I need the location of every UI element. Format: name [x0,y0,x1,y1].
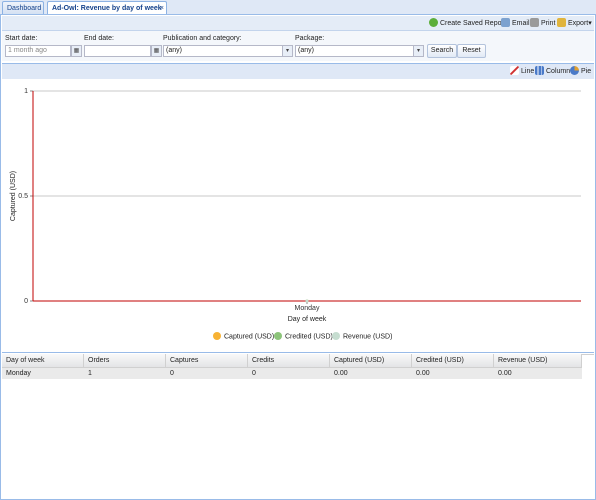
legend-marker [213,332,221,340]
button-label: Column [546,68,571,75]
y-tick-label: 1 [24,88,28,95]
publication-select[interactable]: (any) [163,45,283,57]
x-axis-title: Day of week [288,316,327,323]
legend-label: Credited (USD) [285,334,333,341]
table-cell: 0.00 [334,370,348,377]
table-cell: Monday [6,370,31,377]
tab-label: Dashboard [7,5,42,12]
tab-dashboard[interactable]: Dashboard [2,1,44,14]
end-date-label: End date: [84,35,114,42]
start-date-field[interactable]: 1 month ago [5,45,71,57]
button-label: Line [521,68,535,75]
reset-button[interactable]: Reset [457,44,486,58]
legend-marker [332,332,340,340]
export-icon [557,18,566,27]
y-axis-title: Captured (USD) [10,171,17,221]
data-point [305,299,309,303]
column-header[interactable]: Captures [166,354,248,367]
publication-label: Publication and category: [163,35,242,42]
column-chart-icon [535,66,544,75]
report-toolbar: Create Saved Report Email Print Export▾ [2,16,594,31]
y-tick-label: 0 [24,298,28,305]
button-label: Create Saved Report [440,20,506,27]
legend-marker [274,332,282,340]
email-icon [501,18,510,27]
table-cell: 1 [88,370,92,377]
chevron-down-icon: ▾ [588,20,592,27]
search-button[interactable]: Search [427,44,457,58]
tab-label: Ad-Owl: Revenue by day of week [52,5,162,12]
chart-toolbar: Line Column Pie [2,63,594,80]
calendar-icon[interactable]: ▦ [71,45,82,57]
revenue-chart: 0 0.5 1 Monday Day of week Captured (USD) Capt… [10,88,581,341]
button-label: Email [512,20,530,27]
tab-revenue-by-day[interactable]: Ad-Owl: Revenue by day of week × [47,1,167,15]
button-label: Pie [581,68,592,75]
chevron-down-icon[interactable]: ▾ [282,45,293,57]
create-saved-report-button[interactable]: Create Saved Report [429,18,506,29]
column-header[interactable]: Credits [248,354,330,367]
chart-area: 0 0.5 1 Monday Day of week Captured (USD) Capt… [2,79,594,353]
column-header[interactable]: Revenue (USD) [494,354,582,367]
export-button[interactable]: Export▾ [557,18,592,29]
filter-panel: Start date: 1 month ago ▦ End date: ▦ Pu… [2,31,594,61]
x-tick-label: Monday [295,305,320,312]
line-chart-button[interactable]: Line [510,66,534,77]
legend-label: Captured (USD) [224,334,274,341]
table-cell: 0 [170,370,174,377]
table-cell: 0.00 [498,370,512,377]
table-row[interactable]: Monday 1 0 0 0.00 0.00 0.00 [2,368,582,379]
package-label: Package: [295,35,325,42]
start-date-label: Start date: [5,35,38,42]
close-icon[interactable]: × [160,2,164,15]
button-label: Print [541,20,556,27]
pie-chart-icon [570,66,579,75]
add-icon [429,18,438,27]
tab-strip: Dashboard Ad-Owl: Revenue by day of week… [0,0,596,15]
legend-label: Revenue (USD) [343,334,392,341]
table-cell: 0 [252,370,256,377]
button-label: Export [568,20,589,27]
column-header[interactable]: Orders [84,354,166,367]
print-icon [530,18,539,27]
end-date-field[interactable] [84,45,151,57]
column-header[interactable]: Day of week [2,354,84,367]
grid-header: Day of week Orders Captures Credits Captured… [2,354,582,368]
print-button[interactable]: Print [530,18,555,29]
chevron-down-icon[interactable]: ▾ [413,45,424,57]
email-button[interactable]: Email [501,18,530,29]
package-select[interactable]: (any) [295,45,414,57]
line-chart-icon [510,66,519,75]
table-cell: 0.00 [416,370,430,377]
column-header[interactable]: Credited (USD) [412,354,494,367]
column-header[interactable]: Captured (USD) [330,354,412,367]
calendar-icon[interactable]: ▦ [151,45,162,57]
pie-chart-button[interactable]: Pie [570,66,591,77]
y-tick-label: 0.5 [18,193,28,200]
column-chart-button[interactable]: Column [535,66,570,77]
